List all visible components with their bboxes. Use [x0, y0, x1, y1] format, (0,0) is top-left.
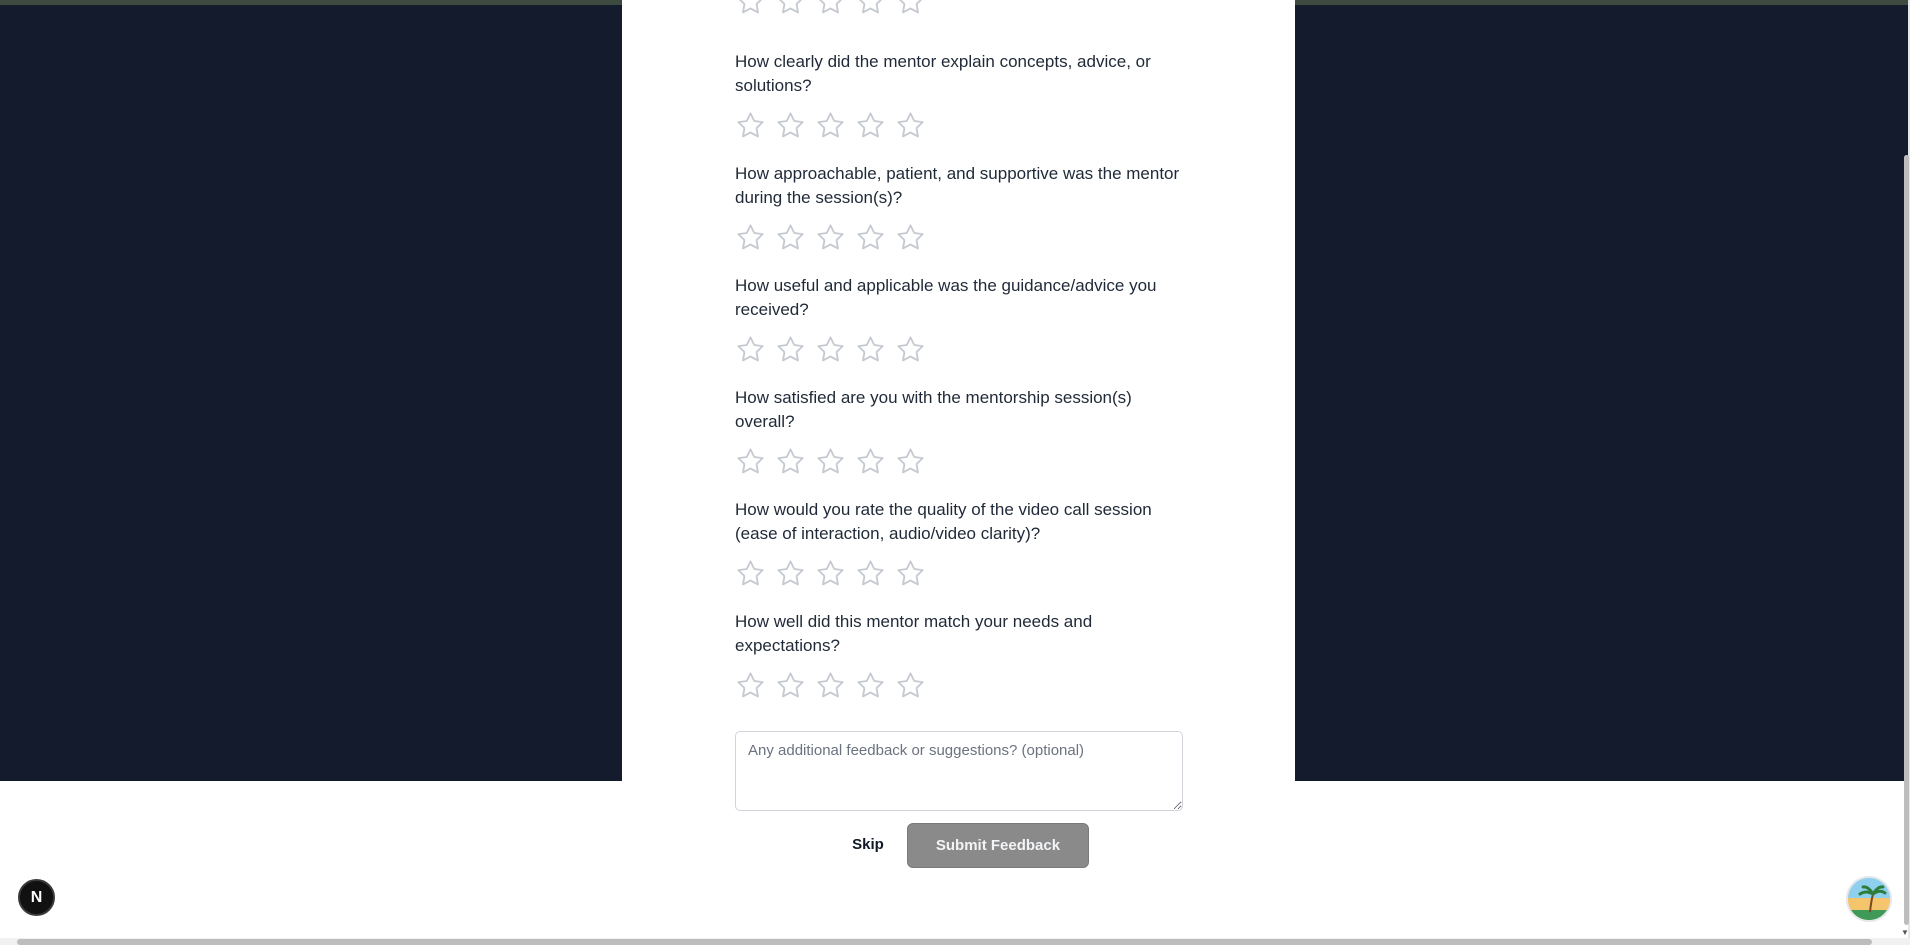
star-icon[interactable] [855, 670, 886, 701]
star-icon[interactable] [895, 110, 926, 141]
rating-stars [735, 334, 1195, 365]
rating-stars [735, 110, 1195, 141]
n-logo-icon: N [30, 888, 43, 906]
star-icon[interactable] [735, 0, 766, 17]
star-icon[interactable] [855, 222, 886, 253]
feedback-textarea[interactable] [735, 731, 1183, 811]
star-icon[interactable] [815, 558, 846, 589]
star-icon[interactable] [775, 0, 806, 17]
vertical-scrollbar-thumb[interactable] [1904, 155, 1909, 925]
skip-button[interactable]: Skip [836, 832, 900, 856]
star-icon[interactable] [855, 0, 886, 17]
scroll-down-arrow-icon[interactable]: ▼ [1900, 928, 1910, 938]
question-approachability: How approachable, patient, and supportiv… [735, 162, 1195, 253]
star-icon[interactable] [775, 110, 806, 141]
assistant-avatar-icon[interactable] [1846, 876, 1892, 922]
star-icon[interactable] [735, 222, 766, 253]
question-text: How satisfied are you with the mentorshi… [735, 388, 1132, 431]
star-icon[interactable] [895, 0, 926, 17]
star-icon[interactable] [735, 558, 766, 589]
star-icon[interactable] [855, 334, 886, 365]
star-icon[interactable] [775, 222, 806, 253]
question-text: How approachable, patient, and supportiv… [735, 164, 1180, 207]
viewport: How clearly did the mentor explain conce… [0, 0, 1910, 945]
question-text: How well did this mentor match your need… [735, 612, 1093, 655]
star-icon[interactable] [855, 110, 886, 141]
star-icon[interactable] [775, 670, 806, 701]
rating-stars [735, 558, 1195, 589]
star-icon[interactable] [895, 334, 926, 365]
dev-tools-badge[interactable]: N [18, 879, 55, 916]
question-text: How clearly did the mentor explain conce… [735, 52, 1151, 95]
star-icon[interactable] [775, 334, 806, 365]
question-video-quality: How would you rate the quality of the vi… [735, 498, 1195, 589]
star-icon[interactable] [815, 222, 846, 253]
horizontal-scrollbar-thumb[interactable] [17, 939, 1872, 945]
star-icon[interactable] [815, 0, 846, 17]
star-icon[interactable] [775, 558, 806, 589]
star-icon[interactable] [815, 110, 846, 141]
star-icon[interactable] [735, 110, 766, 141]
star-icon[interactable] [815, 446, 846, 477]
question-text: How useful and applicable was the guidan… [735, 276, 1157, 319]
rating-stars [735, 446, 1195, 477]
rating-stars-previous [735, 0, 926, 17]
star-icon[interactable] [895, 446, 926, 477]
star-icon[interactable] [735, 670, 766, 701]
star-icon[interactable] [895, 558, 926, 589]
question-clarity: How clearly did the mentor explain conce… [735, 50, 1195, 141]
question-usefulness: How useful and applicable was the guidan… [735, 274, 1195, 365]
rating-stars [735, 670, 1195, 701]
star-icon[interactable] [775, 446, 806, 477]
star-icon[interactable] [735, 334, 766, 365]
star-icon[interactable] [895, 670, 926, 701]
question-satisfaction: How satisfied are you with the mentorshi… [735, 386, 1195, 477]
star-icon[interactable] [735, 446, 766, 477]
star-icon[interactable] [895, 222, 926, 253]
star-icon[interactable] [855, 446, 886, 477]
feedback-modal: How clearly did the mentor explain conce… [622, 0, 1295, 936]
submit-feedback-button[interactable]: Submit Feedback [907, 823, 1089, 868]
star-icon[interactable] [815, 334, 846, 365]
star-icon[interactable] [815, 670, 846, 701]
question-match: How well did this mentor match your need… [735, 610, 1195, 701]
star-icon[interactable] [855, 558, 886, 589]
question-text: How would you rate the quality of the vi… [735, 500, 1152, 543]
rating-stars [735, 222, 1195, 253]
